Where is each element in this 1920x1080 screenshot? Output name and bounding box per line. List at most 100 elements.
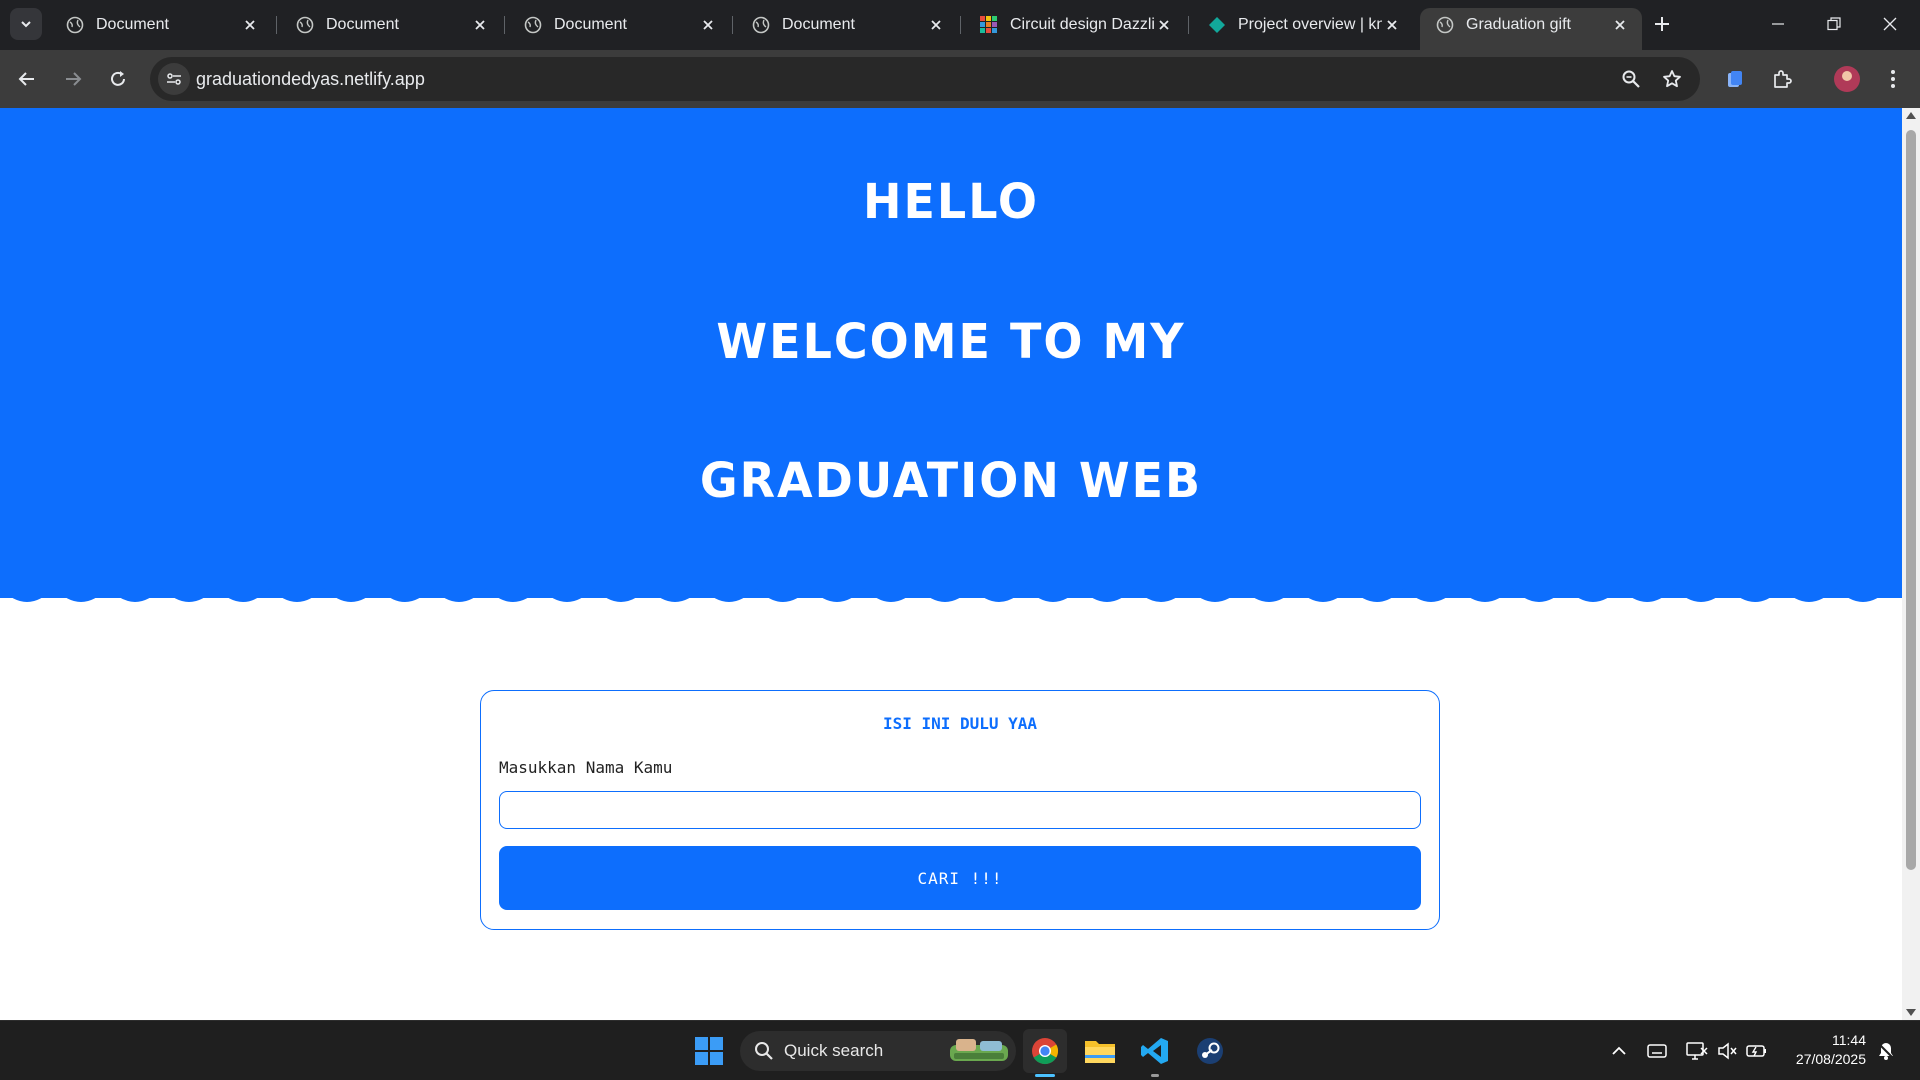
page-scrollbar[interactable] — [1902, 108, 1920, 1020]
minimize-button[interactable] — [1750, 0, 1806, 48]
scroll-up-arrow-icon[interactable] — [1906, 112, 1916, 119]
tab-separator — [1188, 16, 1189, 34]
globe-icon — [296, 16, 314, 34]
extension-doc-button[interactable] — [1720, 64, 1750, 94]
vscode-icon — [1141, 1038, 1168, 1064]
name-label: Masukkan Nama Kamu — [499, 758, 673, 777]
tab-title: Document — [96, 16, 169, 33]
minimize-icon — [1772, 23, 1784, 25]
close-icon[interactable] — [926, 15, 946, 35]
start-button[interactable] — [687, 1029, 731, 1073]
monitor-network-icon — [1686, 1042, 1708, 1060]
close-icon[interactable] — [1382, 15, 1402, 35]
name-form-card: ISI INI DULU YAA Masukkan Nama Kamu CARI… — [480, 690, 1440, 930]
site-info-button[interactable] — [158, 63, 190, 95]
globe-icon — [1436, 16, 1454, 34]
back-button[interactable] — [12, 64, 42, 94]
tray-volume[interactable] — [1715, 1039, 1739, 1063]
page-viewport: HELLO WELCOME TO MY GRADUATION WEB ISI I… — [0, 108, 1902, 1020]
globe-icon — [752, 16, 770, 34]
notifications-button[interactable] — [1874, 1039, 1898, 1063]
hero-greeting: HELLO — [862, 172, 1039, 230]
steam-icon — [1197, 1038, 1223, 1064]
more-vert-icon — [1891, 70, 1895, 88]
globe-icon — [66, 16, 84, 34]
tab-title: Document — [554, 16, 627, 33]
tune-icon — [167, 73, 181, 85]
chevron-down-icon — [21, 21, 31, 28]
tab-document-1[interactable]: Document — [50, 8, 272, 42]
search-icon — [755, 1042, 773, 1060]
taskbar-chrome[interactable] — [1023, 1029, 1067, 1077]
url-text[interactable]: graduationdedyas.netlify.app — [196, 69, 425, 90]
close-icon — [1883, 17, 1897, 31]
tab-circuit-design[interactable]: Circuit design Dazzlin — [964, 8, 1186, 42]
tray-network[interactable] — [1685, 1039, 1709, 1063]
reload-button[interactable] — [103, 64, 133, 94]
tab-document-3[interactable]: Document — [508, 8, 730, 42]
diamond-icon — [1208, 16, 1226, 34]
tab-title: Document — [326, 16, 399, 33]
clock-date: 27/08/2025 — [1795, 1051, 1866, 1067]
chevron-up-icon — [1612, 1046, 1626, 1055]
tab-search-button[interactable] — [10, 8, 42, 40]
tray-battery[interactable] — [1745, 1039, 1769, 1063]
windows-logo-icon — [695, 1037, 723, 1065]
hero-welcome: WELCOME TO MY — [716, 312, 1186, 370]
keyboard-icon — [1647, 1044, 1667, 1058]
extensions-button[interactable] — [1767, 64, 1797, 94]
zoom-button[interactable] — [1618, 66, 1644, 92]
tab-project-overview[interactable]: Project overview | kn — [1192, 8, 1414, 42]
taskbar-file-explorer[interactable] — [1078, 1029, 1122, 1073]
taskbar-search[interactable]: Quick search — [740, 1031, 1016, 1071]
tab-separator — [960, 16, 961, 34]
name-input[interactable] — [499, 791, 1421, 829]
close-icon[interactable] — [470, 15, 490, 35]
scroll-thumb[interactable] — [1906, 130, 1916, 870]
active-indicator — [1035, 1074, 1055, 1077]
hero-title: GRADUATION WEB — [699, 451, 1203, 509]
taskbar-vscode[interactable] — [1133, 1029, 1177, 1077]
close-window-button[interactable] — [1862, 0, 1918, 48]
tray-keyboard[interactable] — [1645, 1039, 1669, 1063]
chrome-icon — [1032, 1038, 1059, 1065]
close-icon[interactable] — [1610, 15, 1630, 35]
hero-banner: HELLO WELCOME TO MY GRADUATION WEB — [0, 108, 1902, 598]
forward-button[interactable] — [58, 64, 88, 94]
profile-avatar[interactable] — [1834, 66, 1860, 92]
puzzle-icon — [1774, 70, 1792, 88]
wave-divider — [0, 578, 1902, 602]
arrow-left-icon — [18, 72, 34, 86]
taskbar-clock[interactable]: 11:44 27/08/2025 — [1776, 1031, 1866, 1069]
browser-toolbar: graduationdedyas.netlify.app — [0, 50, 1920, 108]
new-tab-button[interactable] — [1648, 10, 1676, 38]
taskbar-steam[interactable] — [1188, 1029, 1232, 1073]
search-button[interactable]: CARI !!! — [499, 846, 1421, 910]
menu-button[interactable] — [1878, 64, 1908, 94]
tab-title: Document — [782, 16, 855, 33]
tab-strip: Document Document Document Document Circ… — [0, 0, 1920, 50]
address-bar[interactable]: graduationdedyas.netlify.app — [150, 57, 1700, 101]
tab-document-4[interactable]: Document — [736, 8, 958, 42]
close-icon[interactable] — [698, 15, 718, 35]
tinkercad-icon — [980, 16, 998, 34]
tab-separator — [276, 16, 277, 34]
tab-graduation-gift[interactable]: Graduation gift — [1420, 8, 1642, 50]
bookmark-button[interactable] — [1659, 66, 1685, 92]
close-icon[interactable] — [240, 15, 260, 35]
search-label: Quick search — [784, 1041, 884, 1060]
show-hidden-icons-button[interactable] — [1607, 1039, 1631, 1063]
star-icon — [1663, 70, 1681, 88]
search-highlight-icon — [950, 1039, 1008, 1061]
running-indicator — [1151, 1074, 1159, 1077]
tab-title: Project overview | kn — [1238, 16, 1382, 33]
form-title: ISI INI DULU YAA — [882, 714, 1038, 733]
tab-document-2[interactable]: Document — [280, 8, 502, 42]
close-icon[interactable] — [1154, 15, 1174, 35]
clock-time: 11:44 — [1832, 1032, 1866, 1048]
arrow-right-icon — [66, 72, 82, 86]
scroll-down-arrow-icon[interactable] — [1906, 1009, 1916, 1016]
document-extension-icon — [1728, 71, 1742, 87]
tab-title: Graduation gift — [1466, 16, 1571, 33]
restore-button[interactable] — [1806, 0, 1862, 48]
